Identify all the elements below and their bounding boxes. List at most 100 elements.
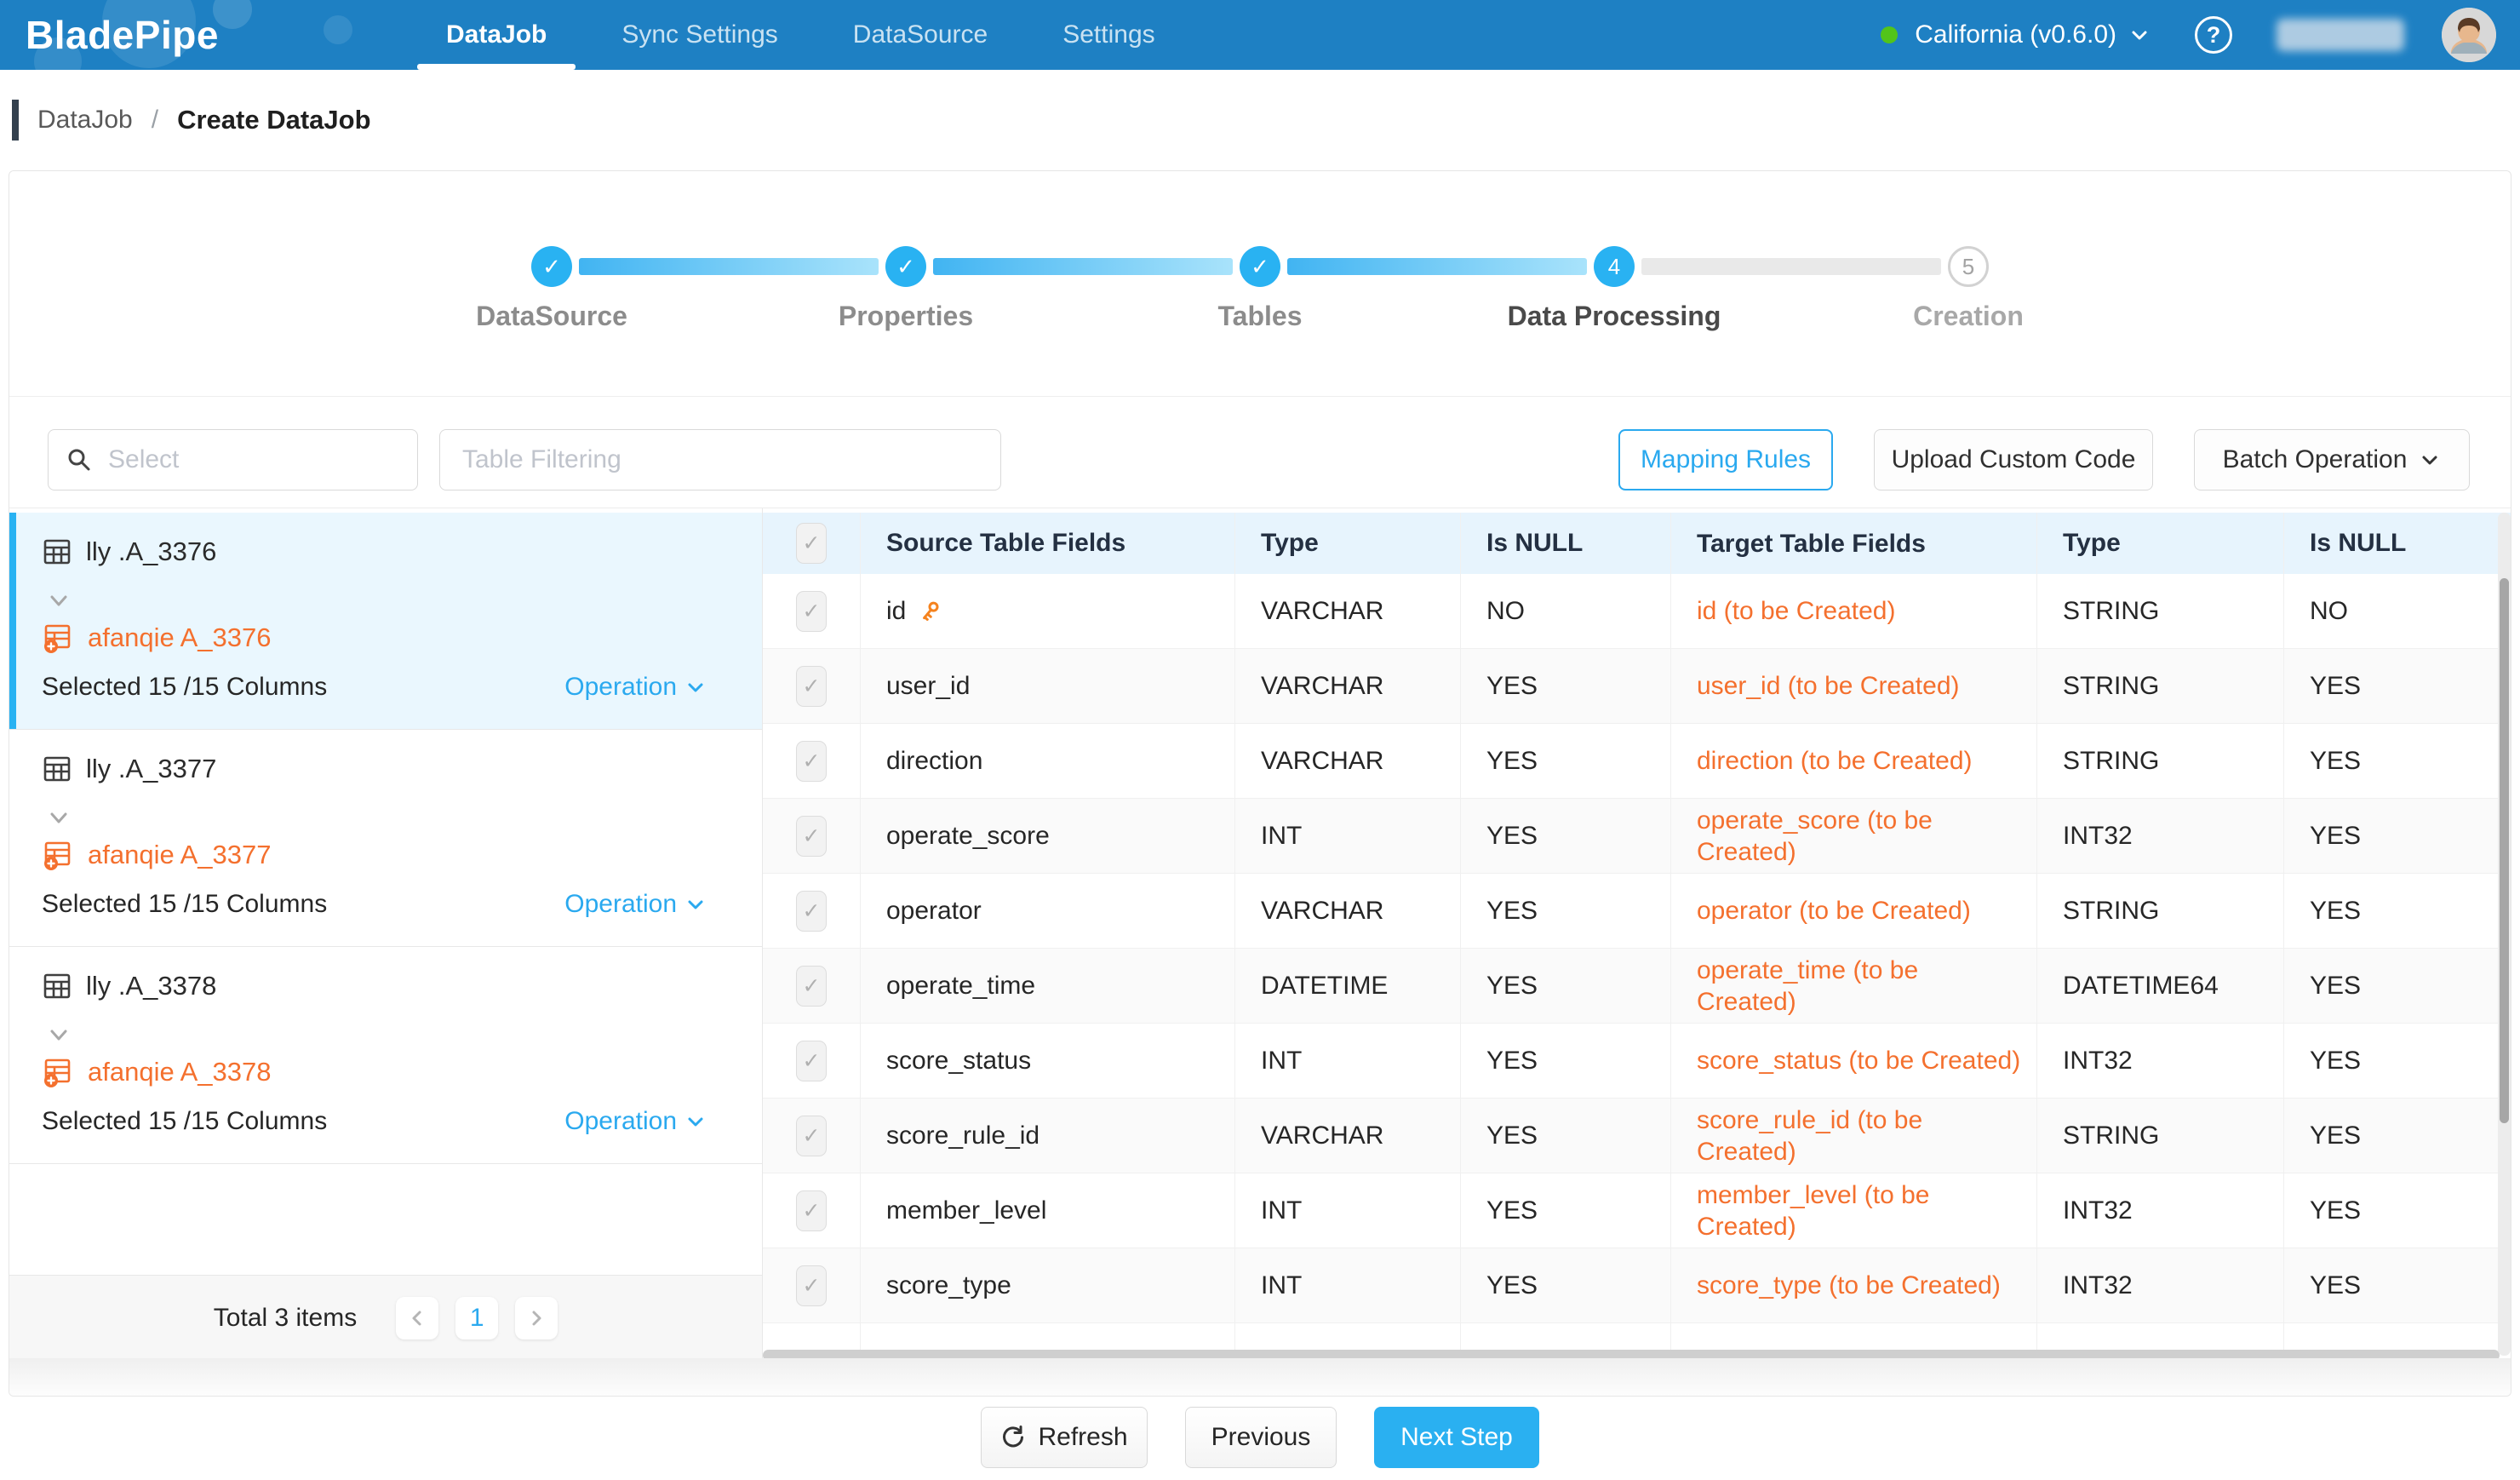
chevron-left-icon xyxy=(408,1309,427,1328)
nav-item[interactable]: DataJob xyxy=(409,0,584,70)
source-field-name: user_id xyxy=(886,672,970,701)
breadcrumb-separator: / xyxy=(152,106,158,135)
check-icon: ✓ xyxy=(803,973,821,999)
table-row: ✓ score_status INT YES score_status (to … xyxy=(763,1024,2511,1099)
vertical-scrollbar-track[interactable] xyxy=(2498,513,2511,1356)
row-checkbox[interactable]: ✓ xyxy=(796,891,827,932)
target-field-type: INT32 xyxy=(2037,1024,2284,1098)
footer-actions: Refresh Previous Next Step xyxy=(0,1407,2520,1468)
next-page-button[interactable] xyxy=(515,1297,558,1339)
page-number[interactable]: 1 xyxy=(455,1297,498,1339)
refresh-icon xyxy=(1000,1425,1026,1450)
target-field-name: operate_time (to be Created) xyxy=(1671,949,2037,1023)
table-row: ✓ operator VARCHAR YES operator (to be C… xyxy=(763,874,2511,949)
source-field-nullable: YES xyxy=(1461,1024,1671,1098)
operation-menu[interactable]: Operation xyxy=(564,1107,706,1136)
source-field-type: VARCHAR xyxy=(1235,724,1461,798)
target-field-nullable: YES xyxy=(2284,1024,2487,1098)
total-items-label: Total 3 items xyxy=(214,1304,357,1333)
previous-button[interactable]: Previous xyxy=(1185,1407,1337,1468)
expand-chevron-icon[interactable] xyxy=(47,1027,71,1044)
target-table-name: afanqie A_3377 xyxy=(88,840,272,870)
prev-page-button[interactable] xyxy=(396,1297,438,1339)
row-checkbox[interactable]: ✓ xyxy=(796,816,827,857)
row-checkbox[interactable]: ✓ xyxy=(796,591,827,632)
vertical-scrollbar-thumb[interactable] xyxy=(2500,578,2509,1123)
target-field-nullable: YES xyxy=(2284,799,2487,873)
table-list-item[interactable]: lly .A_3377 afanqie A_3377 Selected 15 /… xyxy=(9,730,762,947)
expand-chevron-icon[interactable] xyxy=(47,810,71,827)
row-checkbox[interactable]: ✓ xyxy=(796,1265,827,1306)
step-label: Creation xyxy=(1913,301,2024,332)
help-icon[interactable]: ? xyxy=(2195,16,2232,54)
target-table-icon xyxy=(42,839,74,871)
row-checkbox[interactable]: ✓ xyxy=(796,1041,827,1081)
table-list-item[interactable]: lly .A_3378 afanqie A_3378 Selected 15 /… xyxy=(9,947,762,1164)
breadcrumb-accent-bar xyxy=(12,100,19,141)
selected-columns-label: Selected 15 /15 Columns xyxy=(42,673,327,702)
source-field-nullable: YES xyxy=(1461,1099,1671,1173)
col-header-target: Target Table Fields xyxy=(1671,513,2037,574)
chevron-down-icon[interactable] xyxy=(2128,24,2151,46)
refresh-button[interactable]: Refresh xyxy=(981,1407,1148,1468)
row-checkbox[interactable]: ✓ xyxy=(796,666,827,707)
row-checkbox[interactable]: ✓ xyxy=(796,966,827,1007)
table-row: ✓ direction VARCHAR YES direction (to be… xyxy=(763,724,2511,799)
table-list-item[interactable]: lly .A_3376 afanqie A_3376 Selected 15 /… xyxy=(9,513,762,730)
source-field-nullable: YES xyxy=(1461,874,1671,948)
batch-operation-label: Batch Operation xyxy=(2223,445,2408,474)
step-label: Tables xyxy=(1218,301,1303,332)
row-checkbox[interactable]: ✓ xyxy=(796,1190,827,1231)
row-checkbox[interactable]: ✓ xyxy=(796,1116,827,1156)
stepper-step: 4 Data Processing xyxy=(1594,246,1948,287)
target-field-type: INT32 xyxy=(2037,799,2284,873)
operation-menu[interactable]: Operation xyxy=(564,890,706,919)
batch-operation-button[interactable]: Batch Operation xyxy=(2194,429,2470,490)
nav-item[interactable]: DataSource xyxy=(816,0,1025,70)
check-icon: ✓ xyxy=(803,1123,821,1149)
target-field-type: STRING xyxy=(2037,874,2284,948)
table-row: ✓ id VARCHAR NO id (to be Created) STRIN… xyxy=(763,574,2511,649)
table-select[interactable] xyxy=(48,429,418,490)
row-checkbox[interactable]: ✓ xyxy=(796,741,827,782)
selected-columns-label: Selected 15 /15 Columns xyxy=(42,890,327,919)
logo-bubble xyxy=(324,15,352,44)
target-field-name: score_status (to be Created) xyxy=(1671,1024,2037,1098)
environment-selector[interactable]: California (v0.6.0) xyxy=(1915,20,2116,49)
table-row: ✓ member_level INT YES member_level (to … xyxy=(763,1173,2511,1248)
select-input[interactable] xyxy=(106,445,438,475)
target-field-type: INT32 xyxy=(2037,1248,2284,1322)
table-filter-input[interactable] xyxy=(439,429,1001,490)
upload-custom-code-button[interactable]: Upload Custom Code xyxy=(1874,429,2153,490)
operation-menu[interactable]: Operation xyxy=(564,673,706,702)
col-header-source: Source Table Fields xyxy=(861,513,1235,574)
target-table-name: afanqie A_3378 xyxy=(88,1057,272,1087)
brand-logo[interactable]: BladePipe xyxy=(26,0,219,70)
target-field-type: DATETIME64 xyxy=(2037,949,2284,1023)
step-connector xyxy=(579,258,879,275)
table-row: ✓ score_rule_id VARCHAR YES score_rule_i… xyxy=(763,1099,2511,1173)
avatar-illustration xyxy=(2442,8,2496,62)
source-field-nullable: YES xyxy=(1461,649,1671,723)
target-field-name: id (to be Created) xyxy=(1671,574,2037,648)
table-icon xyxy=(42,754,72,784)
target-field-type: STRING xyxy=(2037,1099,2284,1173)
next-step-button[interactable]: Next Step xyxy=(1374,1407,1539,1468)
target-table-icon xyxy=(42,1056,74,1088)
breadcrumb-link[interactable]: DataJob xyxy=(37,106,133,135)
nav-item[interactable]: Settings xyxy=(1025,0,1192,70)
target-field-nullable: YES xyxy=(2284,724,2487,798)
col-header-source-type: Type xyxy=(1235,513,1461,574)
main-nav: DataJobSync SettingsDataSourceSettings xyxy=(409,0,1193,70)
target-field-type: STRING xyxy=(2037,724,2284,798)
avatar[interactable] xyxy=(2442,8,2496,62)
mapping-rules-button[interactable]: Mapping Rules xyxy=(1618,429,1833,490)
nav-item[interactable]: Sync Settings xyxy=(584,0,815,70)
table-row: ✓ score_type INT YES score_type (to be C… xyxy=(763,1248,2511,1323)
select-all-checkbox[interactable]: ✓ xyxy=(796,523,827,564)
selected-columns-label: Selected 15 /15 Columns xyxy=(42,1107,327,1136)
source-field-type: INT xyxy=(1235,1248,1461,1322)
expand-chevron-icon[interactable] xyxy=(47,593,71,610)
check-icon: ✓ xyxy=(803,674,821,699)
stepper-step: ✓ Properties xyxy=(885,246,1240,287)
